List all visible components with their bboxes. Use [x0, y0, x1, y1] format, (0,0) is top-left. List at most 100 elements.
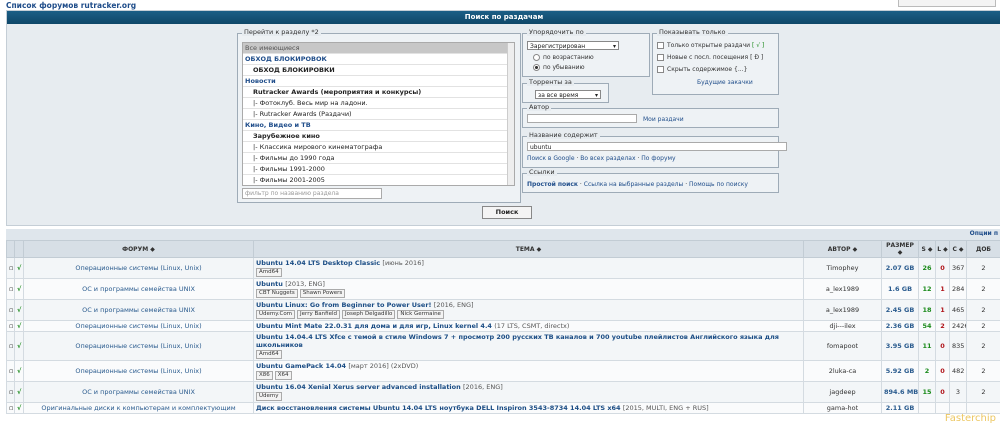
checked-icon: √	[14, 381, 24, 403]
forum-link[interactable]: ОС и программы семейства UNIX	[23, 299, 254, 321]
section-option[interactable]: Все имеющиеся	[243, 43, 514, 54]
author-link[interactable]: gama-hot	[803, 402, 882, 414]
only-open-checkbox[interactable]: Только открытые раздачи [ √ ]	[657, 42, 764, 49]
forum-link[interactable]: ОС и программы семейства UNIX	[23, 381, 254, 403]
tag[interactable]: Amd64	[256, 268, 282, 277]
forum-link[interactable]: Операционные системы (Linux, Unix)	[23, 331, 254, 361]
download-icon[interactable]: ▫	[6, 331, 15, 361]
leechers: 0	[935, 257, 950, 279]
tag[interactable]: Nick Germaine	[397, 310, 444, 319]
col-author[interactable]: АВТОР ◆	[803, 240, 882, 258]
col-topic[interactable]: ТЕМА ◆	[253, 240, 804, 258]
download-icon[interactable]: ▫	[6, 299, 15, 321]
section-option[interactable]: |- Фильмы 1991-2000	[243, 164, 514, 175]
forum-list-link[interactable]: Список форумов rutracker.org	[6, 1, 136, 10]
my-torrents-link[interactable]: Мои раздачи	[643, 116, 684, 123]
all-sections-link[interactable]: Во всех разделах	[580, 155, 635, 162]
topic-link[interactable]: Ubuntu GamePack 14.04	[256, 362, 346, 370]
tag[interactable]: X64	[274, 371, 292, 380]
title-search-input[interactable]: ubuntu	[527, 142, 787, 151]
tag[interactable]: Amd64	[256, 350, 282, 359]
download-icon[interactable]: ▫	[6, 278, 15, 300]
section-option[interactable]: |- Фильмы до 1990 года	[243, 153, 514, 164]
size-link[interactable]: 5.92 GB	[881, 360, 919, 382]
topic-link[interactable]: Ubuntu	[256, 280, 283, 288]
author-link[interactable]: a_lex1989	[803, 299, 882, 321]
tag[interactable]: Shawn Powers	[299, 289, 346, 298]
section-option[interactable]: |- Rutracker Awards (Раздачи)	[243, 109, 514, 120]
forum-link[interactable]: Операционные системы (Linux, Unix)	[23, 320, 254, 332]
hide-content-checkbox[interactable]: Скрыть содержимое {...}	[657, 66, 747, 73]
search-help-link[interactable]: Помощь по поиску	[689, 181, 748, 188]
topic-link[interactable]: Ubuntu 14.04.4 LTS Xfce с темой в стиле …	[256, 333, 779, 349]
title-search-links: Поиск в Google · Во всех разделах · По ф…	[527, 155, 676, 162]
simple-search-link[interactable]: Простой поиск	[527, 181, 578, 188]
scrollbar[interactable]	[507, 43, 514, 185]
col-seeders[interactable]: S ◆	[918, 240, 936, 258]
section-listbox[interactable]: Все имеющиеся ОБХОД БЛОКИРОВОК ОБХОД БЛОКИ…	[242, 42, 515, 186]
download-icon[interactable]: ▫	[6, 381, 15, 403]
author-link[interactable]: jagdeep	[803, 381, 882, 403]
size-link[interactable]: 2.45 GB	[881, 299, 919, 321]
size-link[interactable]: 3.95 GB	[881, 331, 919, 361]
topic-link[interactable]: Ubuntu 14.04 LTS Desktop Classic	[256, 259, 380, 267]
tag[interactable]: Joseph Delgadillo	[341, 310, 396, 319]
size-link[interactable]: 2.07 GB	[881, 257, 919, 279]
section-option[interactable]: ОБХОД БЛОКИРОВКИ	[243, 65, 514, 76]
tag[interactable]: X86	[256, 371, 273, 380]
author-link[interactable]: fomapoot	[803, 331, 882, 361]
only-new-checkbox[interactable]: Новые с посл. посещения [ Ð ]	[657, 54, 763, 61]
section-option[interactable]: ОБХОД БЛОКИРОВОК	[243, 54, 514, 65]
forum-search-link[interactable]: По форуму	[641, 155, 675, 162]
topic-link[interactable]: Ubuntu 16.04 Xenial Xerus server advance…	[256, 383, 461, 391]
topic-link[interactable]: Ubuntu Mint Mate 22.0.31 для дома и для …	[256, 322, 492, 330]
col-forum[interactable]: ФОРУМ ◆	[23, 240, 254, 258]
sort-desc-radio[interactable]: по убыванию	[533, 64, 585, 71]
topic-link[interactable]: Диск восстановления системы Ubuntu 14.04…	[256, 404, 621, 412]
sort-select[interactable]: Зарегистрирован ▾	[527, 41, 619, 50]
results-options-bar: Опции п	[6, 229, 1000, 240]
download-icon[interactable]: ▫	[6, 320, 15, 332]
download-icon[interactable]: ▫	[6, 402, 15, 414]
size-link[interactable]: 1.6 GB	[881, 278, 919, 300]
forum-link[interactable]: Операционные системы (Linux, Unix)	[23, 257, 254, 279]
tag[interactable]: Udemy	[256, 392, 282, 401]
forum-link[interactable]: Оригинальные диски к компьютерам и компл…	[23, 402, 254, 414]
author-input[interactable]	[527, 114, 637, 123]
section-option[interactable]: |- Классика мирового кинематографа	[243, 142, 514, 153]
google-search-link[interactable]: Поиск в Google	[527, 155, 575, 162]
download-icon[interactable]: ▫	[6, 360, 15, 382]
col-leechers[interactable]: L ◆	[935, 240, 950, 258]
size-link[interactable]: 2.36 GB	[881, 320, 919, 332]
author-link[interactable]: a_lex1989	[803, 278, 882, 300]
section-option[interactable]: Rutracker Awards (мероприятия и конкурсы…	[243, 87, 514, 98]
tag[interactable]: Udemy.Com	[256, 310, 296, 319]
tag[interactable]: Jerry Banfield	[297, 310, 340, 319]
section-option[interactable]: Зарубежное кино	[243, 131, 514, 142]
size-link[interactable]: 894.6 MB	[881, 381, 919, 403]
future-downloads-link[interactable]: Будущие закачки	[697, 79, 753, 86]
forum-link[interactable]: ОС и программы семейства UNIX	[23, 278, 254, 300]
size-link[interactable]: 2.11 GB	[881, 402, 919, 414]
period-select[interactable]: за все время ▾	[535, 90, 601, 99]
search-button[interactable]: Поиск	[482, 206, 532, 219]
sort-asc-radio[interactable]: по возрастанию	[533, 54, 594, 61]
author-link[interactable]: 2luka-ca	[803, 360, 882, 382]
download-icon[interactable]: ▫	[6, 257, 15, 279]
author-link[interactable]: Timophey	[803, 257, 882, 279]
options-link[interactable]: Опции п	[970, 230, 998, 237]
section-option[interactable]: Кино, Видео и ТВ	[243, 120, 514, 131]
leechers: 1	[935, 299, 950, 321]
tag[interactable]: CBT Nuggets	[256, 289, 298, 298]
col-added[interactable]: ДОБ	[966, 240, 1000, 258]
section-option[interactable]: |- Фотоклуб. Весь мир на ладони.	[243, 98, 514, 109]
topic-link[interactable]: Ubuntu Linux: Go from Beginner to Power …	[256, 301, 432, 309]
author-link[interactable]: dji---ilex	[803, 320, 882, 332]
col-completed[interactable]: C ◆	[949, 240, 967, 258]
forum-link[interactable]: Операционные системы (Linux, Unix)	[23, 360, 254, 382]
section-filter-input[interactable]: фильтр по названию раздела	[242, 188, 382, 199]
section-option[interactable]: |- Фильмы 2001-2005	[243, 175, 514, 185]
col-size[interactable]: РАЗМЕР ◆	[881, 240, 919, 258]
section-option[interactable]: Новости	[243, 76, 514, 87]
sections-link[interactable]: Ссылка на выбранные разделы	[584, 181, 684, 188]
